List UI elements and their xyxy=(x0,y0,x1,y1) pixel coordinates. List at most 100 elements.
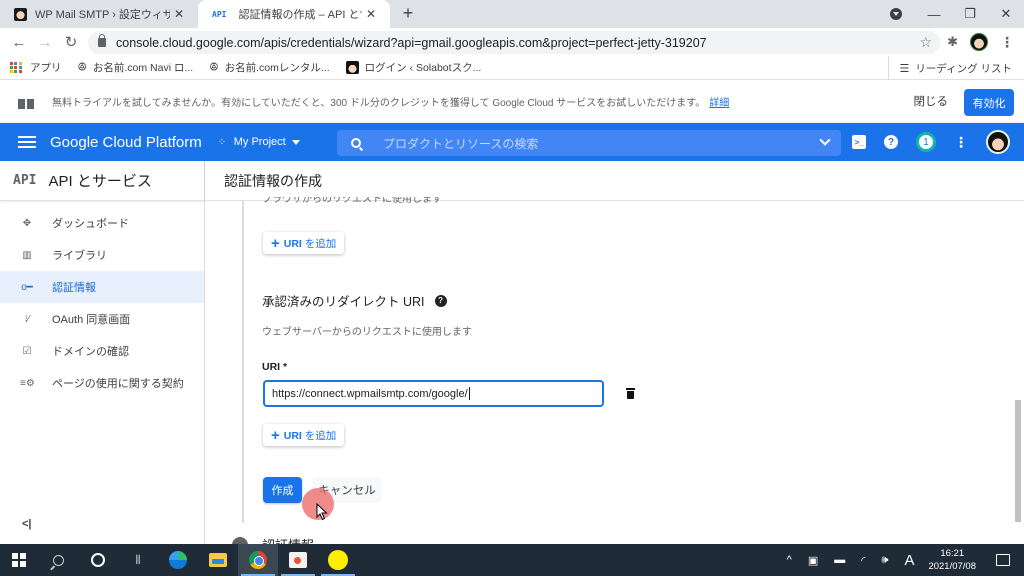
reading-list-button[interactable]: ☰ リーディング リスト xyxy=(888,56,1012,80)
new-tab-button[interactable]: + xyxy=(398,3,418,23)
gcp-logo-title[interactable]: Google Cloud Platform xyxy=(50,134,202,151)
api-logo-icon: API xyxy=(13,173,37,188)
sidebar-item-credentials[interactable]: o━ 認証情報 xyxy=(0,271,204,303)
address-bar[interactable]: console.cloud.google.com/apis/credential… xyxy=(88,31,940,54)
sidebar: API API とサービス ✥ ダッシュボード ▥ ライブラリ o━ 認証情報 … xyxy=(0,161,205,544)
add-uri-suffix: を追加 xyxy=(304,429,337,442)
ime-indicator[interactable]: A xyxy=(904,552,914,569)
taskbar-chrome[interactable] xyxy=(238,544,278,576)
toolbar-actions: ✱ ⋮ xyxy=(947,28,1014,56)
dismiss-banner-button[interactable]: 閉じる xyxy=(914,93,949,109)
taskbar-edge[interactable] xyxy=(158,544,198,576)
bookmarks-bar: アプリ ꔮ お名前.com Navi ロ... ꔮ お名前.comレンタル...… xyxy=(0,56,1024,80)
taskbar-app[interactable] xyxy=(278,544,318,576)
redirect-uris-description: ウェブサーバーからのリクエストに使用します xyxy=(262,327,472,338)
clock-date: 2021/07/08 xyxy=(928,561,976,572)
profile-avatar[interactable] xyxy=(970,33,988,51)
lock-icon xyxy=(98,34,106,47)
avatar-favicon-icon xyxy=(345,61,359,74)
search-input[interactable]: プロダクトとリソースの検索 xyxy=(337,130,841,156)
key-icon: o━ xyxy=(21,281,33,293)
bookmark-apps[interactable]: アプリ xyxy=(10,60,62,75)
extensions-icon[interactable]: ✱ xyxy=(947,34,958,50)
action-center-icon[interactable] xyxy=(996,554,1010,566)
back-button[interactable]: ← xyxy=(6,34,32,51)
add-redirect-uri-button[interactable]: + URI を追加 xyxy=(263,424,345,446)
sidebar-item-dashboard[interactable]: ✥ ダッシュボード xyxy=(0,207,204,239)
tab-strip: WP Mail SMTP › 設定ウィザード ✕ API 認証情報の作成 – A… xyxy=(0,0,1024,28)
plus-icon: + xyxy=(271,234,280,252)
help-icon[interactable]: ? xyxy=(884,135,898,149)
sidebar-item-label: OAuth 同意画面 xyxy=(52,314,131,326)
mouse-cursor-icon xyxy=(316,502,328,526)
hamburger-menu-icon[interactable] xyxy=(18,133,36,151)
tab-wp-mail-smtp[interactable]: WP Mail SMTP › 設定ウィザード ✕ xyxy=(0,0,198,28)
task-view-button[interactable]: ⫴ xyxy=(118,544,158,576)
bookmark-onamae-rental[interactable]: ꔮ お名前.comレンタル... xyxy=(209,60,329,75)
meet-now-icon[interactable]: ▣ xyxy=(808,554,818,567)
show-hidden-icons[interactable]: ^ xyxy=(787,554,792,566)
bookmark-label: お名前.com Navi ロ... xyxy=(92,62,194,74)
search-icon xyxy=(351,138,361,148)
reload-button[interactable]: ↻ xyxy=(58,33,84,51)
help-circle-icon[interactable]: ? xyxy=(434,294,447,307)
minimize-button[interactable]: — xyxy=(916,7,952,22)
chrome-menu-icon[interactable]: ⋮ xyxy=(1000,34,1014,51)
chevron-down-icon[interactable] xyxy=(819,134,831,146)
windows-logo-icon xyxy=(12,553,26,567)
taskbar-search-button[interactable] xyxy=(38,544,78,576)
account-avatar[interactable] xyxy=(986,130,1010,154)
cortana-button[interactable] xyxy=(78,544,118,576)
redirect-uri-input[interactable]: https://connect.wpmailsmtp.com/google/ xyxy=(263,380,604,407)
project-selector[interactable]: ⁘ My Project xyxy=(218,136,300,149)
collapse-sidebar-icon[interactable]: <| xyxy=(22,518,32,530)
enable-trial-button[interactable]: 有効化 xyxy=(964,89,1014,116)
bookmark-onamae-navi[interactable]: ꔮ お名前.com Navi ロ... xyxy=(78,60,194,75)
windows-taskbar: ⫴ ^ ▣ ▬ ◜ 🕪 A 16:21 2021/07/08 xyxy=(0,544,1024,576)
clock-time: 16:21 xyxy=(940,548,965,559)
dashboard-icon: ✥ xyxy=(22,217,32,229)
close-tab-icon[interactable]: ✕ xyxy=(170,7,188,21)
cloud-shell-icon[interactable]: >_ xyxy=(852,135,866,149)
library-icon: ▥ xyxy=(22,249,32,261)
more-options-icon[interactable]: ⋮ xyxy=(954,134,968,150)
create-button[interactable]: 作成 xyxy=(263,477,302,503)
sidebar-item-page-usage-agreements[interactable]: ≡⚙ ページの使用に関する契約 xyxy=(0,367,204,399)
apps-grid-icon xyxy=(10,61,22,74)
clock[interactable]: 16:21 2021/07/08 xyxy=(928,547,976,573)
battery-icon[interactable]: ▬ xyxy=(834,554,845,566)
search-icon xyxy=(52,554,64,566)
bookmark-star-icon[interactable]: ☆ xyxy=(919,34,932,51)
gcp-header: Google Cloud Platform ⁘ My Project プロダクト… xyxy=(0,123,1024,161)
notifications-badge[interactable]: 1 xyxy=(916,132,936,152)
restore-button[interactable]: ❐ xyxy=(952,6,988,22)
uri-field-label: URI * xyxy=(262,361,288,373)
task-view-icon: ⫴ xyxy=(135,552,141,567)
tab-search-icon[interactable] xyxy=(890,8,902,20)
details-link[interactable]: 詳細 xyxy=(709,94,729,109)
bookmark-label: お名前.comレンタル... xyxy=(224,62,330,74)
stepper-line xyxy=(242,201,244,523)
page-scrollbar[interactable] xyxy=(1015,400,1021,522)
sidebar-title: API とサービス xyxy=(48,173,152,190)
bookmark-solabot-login[interactable]: ログイン ‹ Solabotスク... xyxy=(345,60,481,75)
tab-credentials[interactable]: API 認証情報の作成 – API とサービス – ✕ xyxy=(198,0,390,28)
add-origin-uri-button[interactable]: + URI を追加 xyxy=(263,232,345,254)
sidebar-item-library[interactable]: ▥ ライブラリ xyxy=(0,239,204,271)
wifi-icon[interactable]: ◜ xyxy=(861,554,865,567)
taskbar-yellow-app[interactable] xyxy=(318,544,358,576)
add-uri-suffix: を追加 xyxy=(304,237,337,250)
close-window-button[interactable]: ✕ xyxy=(988,6,1024,22)
taskbar-file-explorer[interactable] xyxy=(198,544,238,576)
sidebar-item-domain-verification[interactable]: ☑ ドメインの確認 xyxy=(0,335,204,367)
volume-icon[interactable]: 🕪 xyxy=(882,554,889,567)
add-uri-prefix: URI xyxy=(283,429,302,442)
search-placeholder: プロダクトとリソースの検索 xyxy=(383,136,539,151)
close-tab-icon[interactable]: ✕ xyxy=(362,7,380,21)
redirect-uris-heading: 承認済みのリダイレクト URI ? xyxy=(262,291,447,310)
text-caret xyxy=(468,387,470,400)
forward-button[interactable]: → xyxy=(32,34,58,51)
sidebar-item-oauth-consent[interactable]: ⁝⁄ OAuth 同意画面 xyxy=(0,303,204,335)
delete-uri-icon[interactable] xyxy=(626,388,635,399)
start-button[interactable] xyxy=(0,544,38,576)
